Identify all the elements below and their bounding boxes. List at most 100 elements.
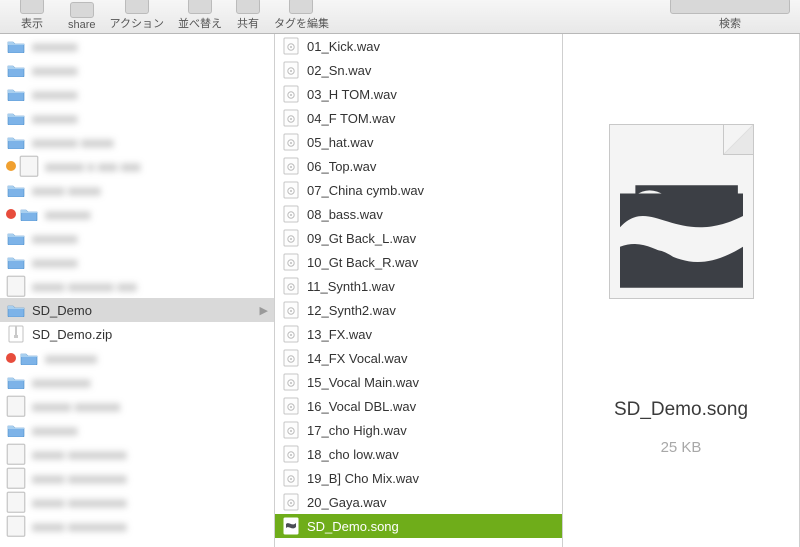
audio-file-icon <box>281 493 301 511</box>
item-label: 12_Synth2.wav <box>307 303 556 318</box>
item-label: 19_B] Cho Mix.wav <box>307 471 556 486</box>
toolbar-arrange[interactable]: 並べ替え <box>178 0 222 31</box>
item-label: xxxxx xxxxxxxxx <box>32 495 268 510</box>
audio-file-icon <box>281 109 301 127</box>
list-item[interactable]: 07_China cymb.wav <box>275 178 562 202</box>
column-1[interactable]: xxxxxxxxxxxxxxxxxxxxxxxxxxxxxxxxxxx xxxx… <box>0 34 275 547</box>
list-item[interactable]: 10_Gt Back_R.wav <box>275 250 562 274</box>
tag-dot <box>6 353 16 363</box>
list-item[interactable]: SD_Demo.zip <box>0 322 274 346</box>
list-item[interactable]: xxxxxxxx <box>0 346 274 370</box>
list-item[interactable]: xxxxxxxxx <box>0 370 274 394</box>
toolbar-share2[interactable]: 共有 <box>236 0 260 31</box>
list-item[interactable]: xxxxxxx <box>0 226 274 250</box>
list-item[interactable]: 09_Gt Back_L.wav <box>275 226 562 250</box>
list-item[interactable]: xxxxxxx <box>0 250 274 274</box>
audio-file-icon <box>281 277 301 295</box>
list-item[interactable]: 06_Top.wav <box>275 154 562 178</box>
column-2[interactable]: 01_Kick.wav 02_Sn.wav 03_H TOM.wav 04_F TOM… <box>275 34 563 547</box>
song-file-icon <box>281 517 301 535</box>
audio-file-icon <box>281 469 301 487</box>
audio-file-icon <box>281 133 301 151</box>
toolbar: 表示 share アクション 並べ替え 共有 タグを編集 検索 <box>0 0 800 34</box>
list-item[interactable]: 01_Kick.wav <box>275 34 562 58</box>
item-label: 11_Synth1.wav <box>307 279 556 294</box>
audio-file-icon <box>281 373 301 391</box>
folder-icon <box>6 301 26 319</box>
folder-icon <box>6 61 26 79</box>
list-item[interactable]: xxxxxxx <box>0 418 274 442</box>
preview-filesize: 25 KB <box>661 439 702 456</box>
list-item[interactable]: 15_Vocal Main.wav <box>275 370 562 394</box>
list-item[interactable]: 11_Synth1.wav <box>275 274 562 298</box>
list-item[interactable]: xxxxx xxxxx <box>0 178 274 202</box>
list-item[interactable]: 19_B] Cho Mix.wav <box>275 466 562 490</box>
audio-file-icon <box>281 349 301 367</box>
folder-icon <box>6 85 26 103</box>
item-label: SD_Demo.zip <box>32 327 268 342</box>
list-item[interactable]: xxxxxxx xxxxx <box>0 130 274 154</box>
zip-file-icon <box>6 325 26 343</box>
list-item[interactable]: 18_cho low.wav <box>275 442 562 466</box>
list-item[interactable]: 04_F TOM.wav <box>275 106 562 130</box>
list-item[interactable]: xxxxx xxxxxxx xxx <box>0 274 274 298</box>
audio-file-icon <box>281 397 301 415</box>
list-item[interactable]: 05_hat.wav <box>275 130 562 154</box>
list-item[interactable]: xxxxx xxxxxxxxx <box>0 514 274 538</box>
list-item[interactable]: xxxxxx xxxxxxx <box>0 394 274 418</box>
item-label: xxxxxxx <box>32 423 268 438</box>
item-label: 15_Vocal Main.wav <box>307 375 556 390</box>
toolbar-share[interactable]: share <box>68 2 96 31</box>
folder-icon <box>19 205 39 223</box>
folder-icon <box>6 133 26 151</box>
list-item[interactable]: xxxxxxx <box>0 82 274 106</box>
list-item[interactable]: xxxxxx x xxx xxx <box>0 154 274 178</box>
list-item[interactable]: 13_FX.wav <box>275 322 562 346</box>
item-label: 13_FX.wav <box>307 327 556 342</box>
toolbar-action[interactable]: アクション <box>110 0 164 31</box>
item-label: 02_Sn.wav <box>307 63 556 78</box>
list-item[interactable]: xxxxxxx <box>0 106 274 130</box>
list-item[interactable]: 12_Synth2.wav <box>275 298 562 322</box>
item-label: xxxxxx x xxx xxx <box>45 159 268 174</box>
list-item[interactable]: 17_cho High.wav <box>275 418 562 442</box>
audio-file-icon <box>281 229 301 247</box>
item-label: xxxxxxx <box>32 255 268 270</box>
list-item[interactable]: 14_FX Vocal.wav <box>275 346 562 370</box>
item-label: 04_F TOM.wav <box>307 111 556 126</box>
item-label: xxxxx xxxxxxxxx <box>32 519 268 534</box>
folder-icon <box>6 421 26 439</box>
item-label: 20_Gaya.wav <box>307 495 556 510</box>
list-item[interactable]: xxxxxxx <box>0 58 274 82</box>
document-icon <box>6 445 26 463</box>
toolbar-tags[interactable]: タグを編集 <box>274 0 329 31</box>
list-item[interactable]: 20_Gaya.wav <box>275 490 562 514</box>
list-item[interactable]: xxxxxxx <box>0 202 274 226</box>
list-item[interactable]: SD_Demo▶ <box>0 298 274 322</box>
item-label: xxxxxxxx <box>45 351 268 366</box>
toolbar-view[interactable]: 表示 <box>20 0 44 31</box>
list-item[interactable]: 03_H TOM.wav <box>275 82 562 106</box>
folder-icon <box>6 229 26 247</box>
audio-file-icon <box>281 301 301 319</box>
audio-file-icon <box>281 85 301 103</box>
list-item[interactable]: xxxxxxx <box>0 34 274 58</box>
list-item[interactable]: xxxxx xxxxxxxxx <box>0 466 274 490</box>
item-label: xxxxxx xxxxxxx <box>32 399 268 414</box>
preview-file-icon <box>609 124 754 299</box>
item-label: xxxxxxxxx <box>32 375 268 390</box>
list-item[interactable]: 08_bass.wav <box>275 202 562 226</box>
item-label: 01_Kick.wav <box>307 39 556 54</box>
audio-file-icon <box>281 445 301 463</box>
toolbar-search[interactable]: 検索 <box>670 0 790 31</box>
list-item[interactable]: xxxxx xxxxxxxxx <box>0 490 274 514</box>
list-item[interactable]: 16_Vocal DBL.wav <box>275 394 562 418</box>
list-item[interactable]: xxxxx xxxxxxxxx <box>0 442 274 466</box>
list-item[interactable]: SD_Demo.song <box>275 514 562 538</box>
item-label: 09_Gt Back_L.wav <box>307 231 556 246</box>
item-label: xxxxxxx <box>32 63 268 78</box>
audio-file-icon <box>281 421 301 439</box>
audio-file-icon <box>281 181 301 199</box>
folder-icon <box>6 37 26 55</box>
list-item[interactable]: 02_Sn.wav <box>275 58 562 82</box>
